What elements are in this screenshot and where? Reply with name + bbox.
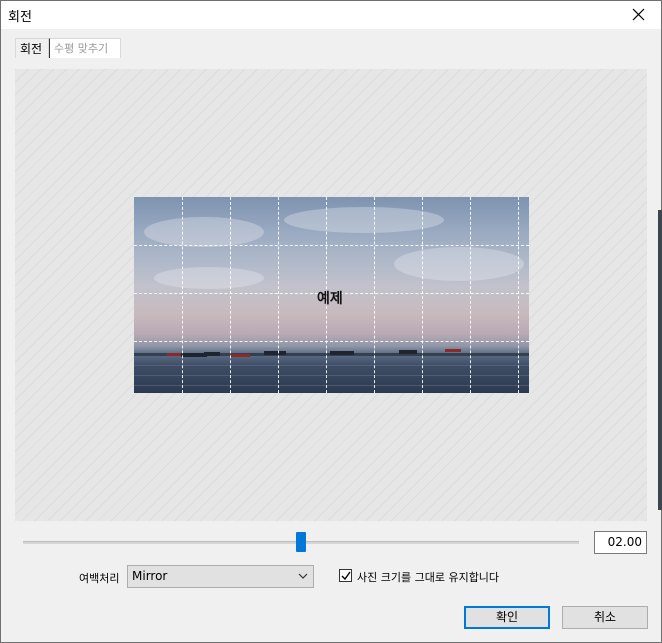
grid-line	[134, 245, 529, 246]
rotation-slider-thumb[interactable]	[296, 532, 306, 552]
close-icon	[632, 8, 644, 21]
tab-straighten[interactable]: 수평 맞추기	[49, 38, 121, 58]
grid-line	[134, 341, 529, 342]
margin-select-value: Mirror	[132, 569, 168, 583]
ship	[330, 351, 354, 355]
keep-size-label: 사진 크기를 그대로 유지합니다	[357, 571, 500, 584]
margin-select[interactable]: Mirror	[127, 565, 314, 588]
grid-line	[182, 197, 183, 393]
grid-line	[422, 197, 423, 393]
grid-line	[230, 197, 231, 393]
cloud	[144, 217, 264, 247]
close-button[interactable]	[615, 1, 661, 29]
chevron-down-icon	[298, 573, 308, 579]
keep-size-checkbox[interactable]	[339, 569, 352, 582]
cloud	[394, 247, 524, 281]
ship	[167, 353, 181, 356]
rotate-dialog: 회전 회전 수평 맞추기 예제 02.00 여백처리 Mirror 사진 크기를…	[0, 0, 662, 643]
cloud	[284, 207, 444, 233]
preview-area: 예제	[15, 69, 647, 521]
ship	[230, 354, 250, 357]
ok-button[interactable]: 확인	[464, 606, 550, 629]
checkmark-icon	[341, 571, 351, 581]
grid-line	[470, 197, 471, 393]
grid-line	[278, 197, 279, 393]
rotation-value-field[interactable]: 02.00	[594, 531, 647, 554]
cloud	[154, 267, 264, 289]
tab-rotate[interactable]: 회전	[15, 38, 49, 58]
ship	[399, 350, 417, 354]
background-window-edge	[658, 210, 662, 510]
title-bar: 회전	[1, 1, 661, 29]
sample-label: 예제	[317, 291, 343, 307]
preview-photo: 예제	[134, 197, 529, 393]
ship	[204, 352, 220, 356]
margin-label: 여백처리	[79, 572, 120, 585]
ship	[264, 351, 286, 355]
grid-line	[374, 197, 375, 393]
cancel-button[interactable]: 취소	[562, 606, 648, 629]
window-title: 회전	[8, 10, 32, 25]
grid-line	[518, 197, 519, 393]
ship	[445, 349, 461, 352]
